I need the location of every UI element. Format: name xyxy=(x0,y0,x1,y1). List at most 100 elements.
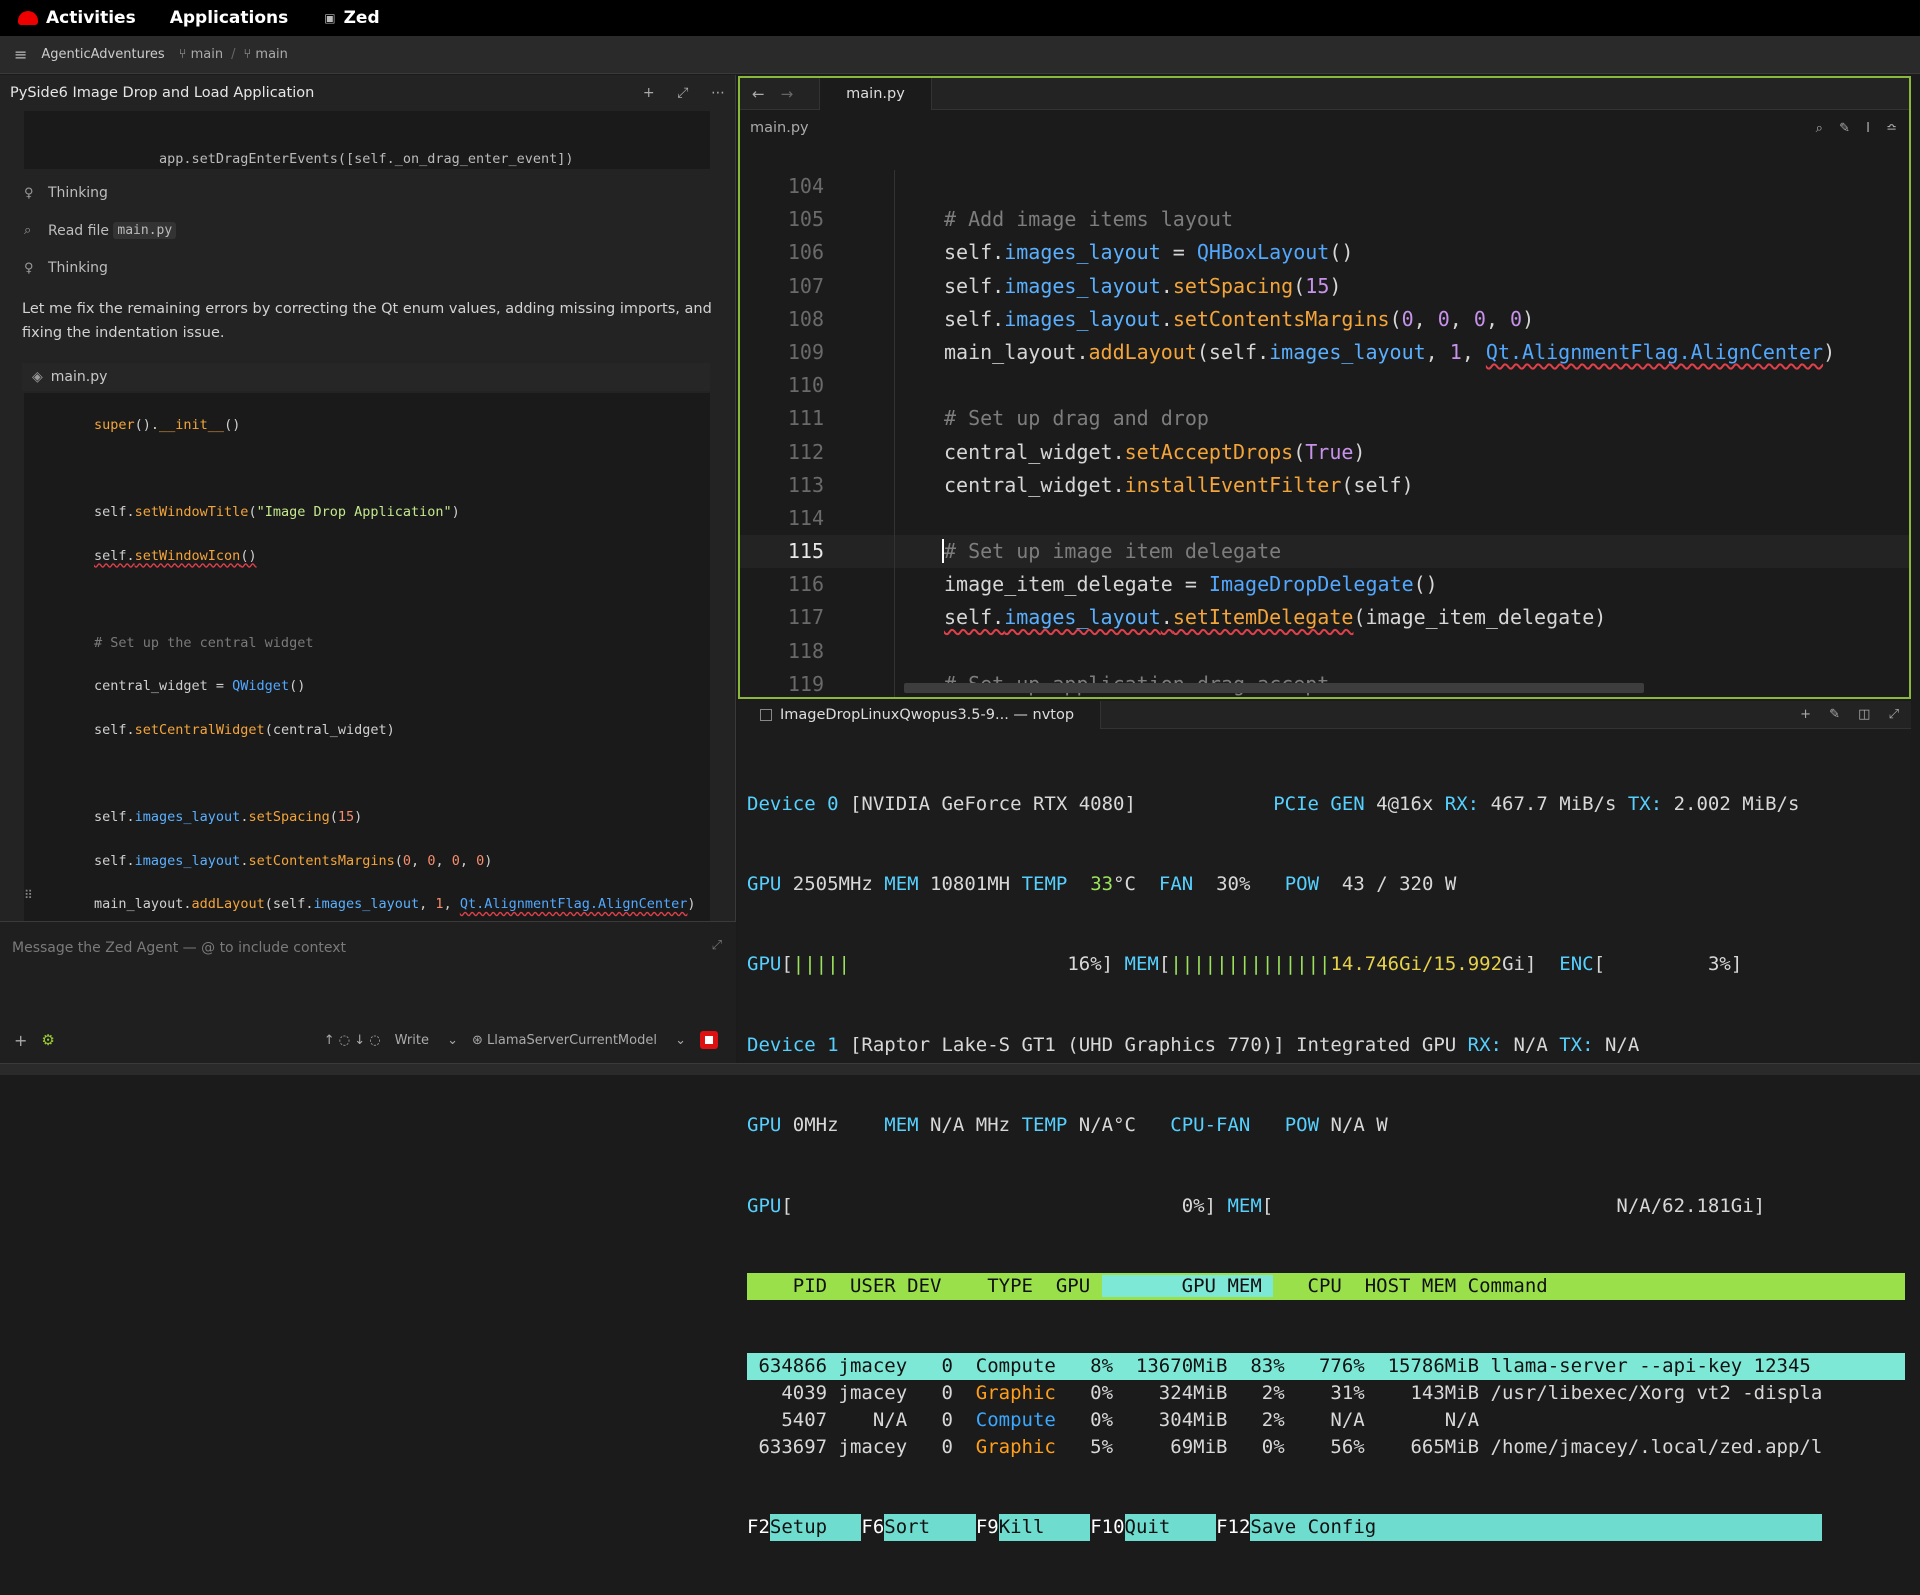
code-file-icon: ◈ xyxy=(32,369,43,385)
branch-icon: ⑂ xyxy=(178,47,191,62)
terminal-tab[interactable]: ImageDropLinuxQwopus3.5-9... — nvtop xyxy=(738,700,1102,729)
line-text: # Add image items layout xyxy=(944,207,1233,232)
new-terminal-icon[interactable]: + xyxy=(1800,707,1811,722)
code-line[interactable]: 112 central_widget.setAcceptDrops(True) xyxy=(740,436,1909,469)
model-selector[interactable]: ⊛ LlamaServerCurrentModel ⌄ xyxy=(472,1033,686,1048)
fkey-sort-button[interactable]: Sort xyxy=(884,1514,976,1541)
line-number: 112 xyxy=(787,439,824,464)
cursor-icon[interactable]: I xyxy=(1866,121,1870,136)
line-number: 119 xyxy=(787,671,824,696)
code-line[interactable]: 104 xyxy=(740,170,1909,203)
code-line: central_widget = QWidget() xyxy=(94,678,306,695)
thinking-step[interactable]: ♀ Thinking xyxy=(24,185,108,201)
device0-row: Device 0 [NVIDIA GeForce RTX 4080] PCIe … xyxy=(747,792,1800,815)
zed-app-menu[interactable]: ▣ Zed xyxy=(324,8,379,28)
redhat-icon xyxy=(18,11,38,25)
nvtop-output[interactable]: Device 0 [NVIDIA GeForce RTX 4080] PCIe … xyxy=(747,737,1905,1595)
forward-arrow-icon[interactable]: → xyxy=(781,85,794,103)
file-chip[interactable]: main.py xyxy=(113,222,177,239)
line-text: image_item_delegate = ImageDropDelegate(… xyxy=(944,572,1438,597)
process-row[interactable]: 5407 N/A 0 Compute 0% 304MiB 2% N/A N/A xyxy=(747,1407,1905,1434)
applications-menu[interactable]: Applications xyxy=(170,8,289,28)
add-context-icon[interactable]: + xyxy=(14,1031,27,1050)
device0-bars: GPU[||||| 16%] MEM[||||||||||||||14.746G… xyxy=(747,953,1743,976)
fkey-kill-button[interactable]: Kill xyxy=(998,1514,1091,1541)
code-line[interactable]: 117 self.images_layout.setItemDelegate(im… xyxy=(740,601,1909,634)
more-options-icon[interactable]: ⋯ xyxy=(711,85,725,101)
agent-settings-icon[interactable]: ⚙ xyxy=(41,1031,54,1049)
code-line[interactable]: 106 self.images_layout = QHBoxLayout() xyxy=(740,236,1909,269)
mode-selector[interactable]: Write ⌄ xyxy=(395,1033,458,1048)
code-line[interactable]: 111 # Set up drag and drop xyxy=(740,402,1909,435)
line-number: 113 xyxy=(787,472,824,497)
code-line[interactable]: 105 # Add image items layout xyxy=(740,203,1909,236)
line-text: # Set up image item delegate xyxy=(942,539,1282,564)
agent-panel-header: PySide6 Image Drop and Load Application … xyxy=(0,75,735,111)
process-row[interactable]: 4039 jmacey 0 Graphic 0% 324MiB 2% 31% 1… xyxy=(747,1380,1905,1407)
new-thread-icon[interactable]: + xyxy=(643,85,655,101)
code-line[interactable]: 107 self.images_layout.setSpacing(15) xyxy=(740,270,1909,303)
device1-stats: GPU 0MHz MEM N/A MHz TEMP N/A°C CPU-FAN … xyxy=(747,1114,1388,1137)
branch-selector[interactable]: ⑂ main xyxy=(179,47,223,62)
search-icon[interactable]: ⌕ xyxy=(1816,121,1823,136)
code-line[interactable]: 115 # Set up image item delegate xyxy=(740,535,1909,569)
back-arrow-icon[interactable]: ← xyxy=(752,85,765,103)
fkey-label: F2 xyxy=(747,1516,770,1539)
fkey-label: F12 xyxy=(1216,1516,1251,1539)
code-line[interactable]: 109 main_layout.addLayout(self.images_lay… xyxy=(740,336,1909,369)
settings-icon[interactable]: ≏ xyxy=(1886,121,1897,136)
code-line[interactable]: 114 xyxy=(740,502,1909,535)
thinking-step[interactable]: ♀ Thinking xyxy=(24,260,108,276)
assistant-icon[interactable]: ✎ xyxy=(1839,121,1850,136)
search-icon: ⌕ xyxy=(24,223,32,238)
status-bar xyxy=(0,1063,1920,1075)
code-view[interactable]: 104 105 # Add image items layout 106 self.im… xyxy=(740,170,1909,697)
assistant-icon[interactable]: ✎ xyxy=(1829,707,1840,722)
agent-message-input[interactable]: Message the Zed Agent — @ to include con… xyxy=(12,940,346,956)
code-line: self.setCentralWidget(central_widget) xyxy=(94,721,395,738)
tab-main-py[interactable]: main.py xyxy=(819,77,932,110)
device1-bars: GPU[ 0%] MEM[ N/A/62.181Gi] xyxy=(747,1194,1766,1217)
activities-button[interactable]: Activities xyxy=(18,8,136,28)
line-number: 115 xyxy=(787,539,824,564)
code-line[interactable]: 108 self.images_layout.setContentsMargins… xyxy=(740,303,1909,336)
line-number: 111 xyxy=(787,406,824,431)
code-diff-block: super().__init__() self.setWindowTitle("… xyxy=(24,393,710,953)
code-line[interactable]: 116 image_item_delegate = ImageDropDelega… xyxy=(740,568,1909,601)
horizontal-scrollbar[interactable] xyxy=(904,683,1644,693)
line-text: self.images_layout.setSpacing(15) xyxy=(944,273,1342,298)
breadcrumb-file[interactable]: main.py xyxy=(750,120,809,136)
fkey-setup-button[interactable]: Setup xyxy=(769,1514,862,1541)
stop-button[interactable] xyxy=(700,1031,718,1049)
split-icon[interactable]: ◫ xyxy=(1858,707,1870,722)
read-file-step[interactable]: ⌕ Read file main.py xyxy=(24,222,177,239)
fkey-save-config-button[interactable]: Save Config xyxy=(1250,1514,1823,1541)
code-line: self.images_layout.setSpacing(15) xyxy=(94,809,363,826)
process-table-header: PID USER DEV TYPE GPU GPU MEM CPU HOST M… xyxy=(747,1272,1905,1300)
device1-row: Device 1 [Raptor Lake-S GT1 (UHD Graphic… xyxy=(747,1033,1640,1056)
code-line[interactable]: 110 xyxy=(740,369,1909,402)
code-line[interactable]: 118 xyxy=(740,635,1909,668)
branch-selector-2[interactable]: ⑂ main xyxy=(243,47,287,62)
project-name[interactable]: AgenticAdventures xyxy=(41,47,164,62)
hamburger-menu-icon[interactable]: ≡ xyxy=(14,45,27,64)
process-row[interactable]: 634866 jmacey 0 Compute 8% 13670MiB 83% … xyxy=(747,1353,1905,1381)
maximize-icon[interactable]: ⤢ xyxy=(1889,707,1899,722)
fkey-quit-button[interactable]: Quit xyxy=(1124,1514,1217,1541)
fkey-label: F9 xyxy=(975,1516,999,1539)
collapse-handle[interactable]: ⠿ xyxy=(24,888,33,902)
process-list: 634866 jmacey 0 Compute 8% 13670MiB 83% … xyxy=(747,1353,1905,1460)
editor-tab-bar: ← → main.py xyxy=(740,77,1909,110)
system-topbar: Activities Applications ▣ Zed xyxy=(0,0,1920,36)
branch-icon: ⑂ xyxy=(243,47,256,62)
expand-editor-icon[interactable]: ⤢ xyxy=(712,938,722,953)
expand-icon[interactable]: ⤢ xyxy=(677,85,688,101)
edited-file-header[interactable]: ◈ main.py xyxy=(22,363,710,391)
line-text: self.images_layout = QHBoxLayout() xyxy=(944,240,1354,265)
line-number: 117 xyxy=(787,605,824,630)
process-row[interactable]: 633697 jmacey 0 Graphic 5% 69MiB 0% 56% … xyxy=(747,1434,1905,1461)
code-line[interactable]: 113 central_widget.installEventFilter(sel… xyxy=(740,469,1909,502)
code-line: self.setWindowTitle("Image Drop Applicat… xyxy=(94,503,460,520)
